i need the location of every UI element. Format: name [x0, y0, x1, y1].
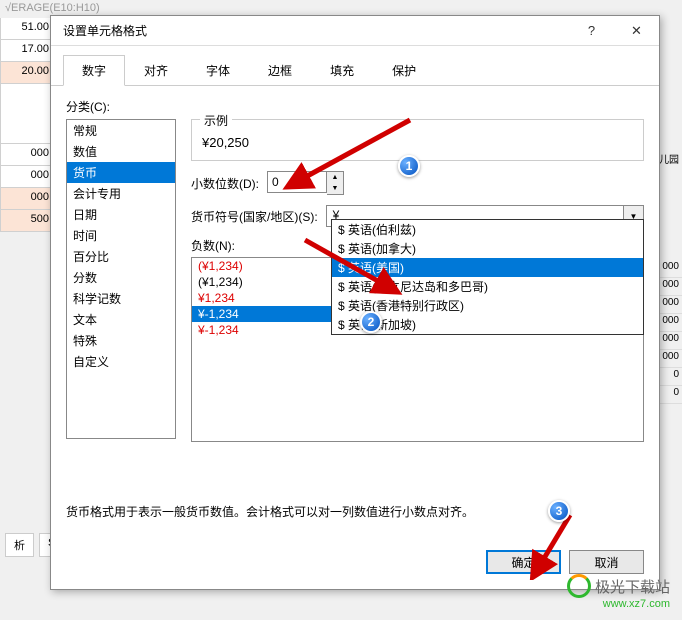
cat-fraction[interactable]: 分数	[67, 267, 175, 288]
close-icon: ✕	[631, 23, 642, 39]
dd-option[interactable]: $ 英语(加拿大)	[332, 239, 643, 258]
dialog-title: 设置单元格格式	[51, 22, 569, 39]
tab-strip: 数字 对齐 字体 边框 填充 保护	[51, 46, 659, 86]
tab-protection[interactable]: 保护	[373, 55, 435, 86]
bg-cell: 000	[0, 144, 55, 166]
bg-cell: 51.00	[0, 18, 55, 40]
dialog-footer: 确定 取消	[51, 540, 659, 589]
example-box: 示例 ¥20,250	[191, 119, 644, 161]
cat-special[interactable]: 特殊	[67, 330, 175, 351]
decimal-spinner[interactable]: ▲ ▼	[267, 171, 344, 195]
bg-cell: 000	[0, 188, 55, 210]
cat-date[interactable]: 日期	[67, 204, 175, 225]
bg-cell: 20.00	[0, 62, 55, 84]
watermark-url: www.xz7.com	[567, 598, 670, 610]
ok-button[interactable]: 确定	[486, 550, 561, 574]
dd-option[interactable]: $ 英语(特立尼达岛和多巴哥)	[332, 277, 643, 296]
format-cells-dialog: 设置单元格格式 ? ✕ 数字 对齐 字体 边框 填充 保护 分类(C): 常规 …	[50, 15, 660, 590]
cancel-button[interactable]: 取消	[569, 550, 644, 574]
bg-cell: 17.00	[0, 40, 55, 62]
dialog-body: 分类(C): 常规 数值 货币 会计专用 日期 时间 百分比 分数 科学记数 文…	[51, 86, 659, 540]
callout-3: 3	[548, 500, 570, 522]
cat-currency[interactable]: 货币	[67, 162, 175, 183]
decimal-label: 小数位数(D):	[191, 175, 259, 192]
dd-option[interactable]: $ 英语(香港特别行政区)	[332, 296, 643, 315]
cat-general[interactable]: 常规	[67, 120, 175, 141]
bg-cell: 000	[0, 166, 55, 188]
close-button[interactable]: ✕	[614, 16, 659, 46]
dd-option[interactable]: $ 英语(伯利兹)	[332, 220, 643, 239]
example-legend: 示例	[200, 112, 232, 129]
tab-border[interactable]: 边框	[249, 55, 311, 86]
symbol-label: 货币符号(国家/地区)(S):	[191, 208, 318, 225]
spinner-up-icon[interactable]: ▲	[327, 172, 343, 183]
help-button[interactable]: ?	[569, 16, 614, 46]
tab-number[interactable]: 数字	[63, 55, 125, 86]
cat-text[interactable]: 文本	[67, 309, 175, 330]
cat-number[interactable]: 数值	[67, 141, 175, 162]
right-column: 示例 ¥20,250 小数位数(D): ▲ ▼ 货币符号(国家/地区)(S):	[191, 119, 644, 485]
formula-bar: √ERAGE(E10:H10)	[0, 0, 105, 16]
cat-time[interactable]: 时间	[67, 225, 175, 246]
decimal-input[interactable]	[267, 171, 327, 193]
cat-percentage[interactable]: 百分比	[67, 246, 175, 267]
tab-font[interactable]: 字体	[187, 55, 249, 86]
spinner-down-icon[interactable]: ▼	[327, 183, 343, 194]
bg-cell: 500	[0, 210, 55, 232]
category-list[interactable]: 常规 数值 货币 会计专用 日期 时间 百分比 分数 科学记数 文本 特殊 自定…	[66, 119, 176, 439]
callout-1: 1	[398, 155, 420, 177]
cat-scientific[interactable]: 科学记数	[67, 288, 175, 309]
tab-alignment[interactable]: 对齐	[125, 55, 187, 86]
bg-cell	[0, 84, 55, 144]
bg-cells: 51.00 17.00 20.00 000 000 000 500	[0, 18, 55, 232]
dd-option-highlighted[interactable]: $ 英语(美国)	[332, 258, 643, 277]
example-value: ¥20,250	[202, 130, 633, 150]
titlebar: 设置单元格格式 ? ✕	[51, 16, 659, 46]
cat-custom[interactable]: 自定义	[67, 351, 175, 372]
bg-tab[interactable]: 析	[5, 533, 34, 557]
tab-fill[interactable]: 填充	[311, 55, 373, 86]
category-label: 分类(C):	[66, 98, 644, 115]
cat-accounting[interactable]: 会计专用	[67, 183, 175, 204]
callout-2: 2	[360, 311, 382, 333]
